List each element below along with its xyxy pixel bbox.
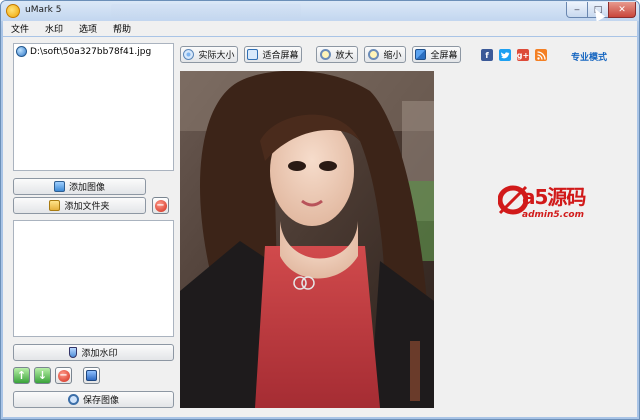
google-plus-letters: g+ bbox=[516, 50, 530, 60]
preview-photo bbox=[180, 71, 434, 408]
a5-logo: a5源码 admin5.com bbox=[498, 179, 598, 229]
add-image-button[interactable]: 添加图像 bbox=[13, 178, 146, 195]
save-watermark-button[interactable] bbox=[83, 367, 100, 384]
zoom-out-button[interactable]: 缩小 bbox=[364, 46, 406, 63]
move-up-button[interactable]: ↑ bbox=[13, 367, 30, 384]
main-client-area: D:\soft\50a327bb78f41.jpg 添加图像 添加文件夹 − 添… bbox=[3, 37, 637, 417]
zoom-out-label: 缩小 bbox=[383, 51, 402, 61]
image-preview[interactable] bbox=[180, 71, 434, 408]
facebook-letter: f bbox=[485, 50, 489, 60]
arrow-up-icon: ↑ bbox=[16, 369, 27, 382]
fit-screen-label: 适合屏幕 bbox=[262, 51, 299, 61]
fit-screen-icon bbox=[247, 49, 259, 60]
image-file-list[interactable]: D:\soft\50a327bb78f41.jpg bbox=[13, 43, 174, 171]
minimize-icon: ‒ bbox=[574, 4, 580, 15]
actual-size-icon bbox=[183, 49, 195, 60]
actual-size-button[interactable]: 实际大小 bbox=[180, 46, 238, 63]
zoom-out-icon bbox=[368, 49, 380, 60]
remove-watermark-button[interactable]: − bbox=[55, 367, 72, 384]
twitter-bird-shape bbox=[501, 51, 510, 58]
app-logo-icon bbox=[6, 4, 20, 18]
zoom-in-icon bbox=[320, 49, 332, 60]
minimize-button[interactable]: ‒ bbox=[566, 2, 588, 18]
add-folder-button[interactable]: 添加文件夹 bbox=[13, 197, 146, 214]
pro-mode-link[interactable]: 专业模式 bbox=[571, 50, 607, 63]
fullscreen-button[interactable]: 全屏幕 bbox=[412, 46, 461, 63]
logo-main-text: a5源码 bbox=[522, 185, 586, 209]
add-watermark-label: 添加水印 bbox=[81, 349, 118, 359]
save-globe-icon bbox=[67, 394, 79, 405]
list-item[interactable]: D:\soft\50a327bb78f41.jpg bbox=[16, 46, 151, 57]
add-image-label: 添加图像 bbox=[68, 183, 105, 193]
rss-waves-shape bbox=[536, 50, 546, 60]
zoom-in-label: 放大 bbox=[335, 51, 354, 61]
facebook-icon[interactable]: f bbox=[481, 49, 493, 61]
remove-icon: − bbox=[57, 369, 70, 382]
menu-watermark[interactable]: 水印 bbox=[37, 22, 71, 35]
save-image-label: 保存图像 bbox=[82, 396, 119, 406]
fullscreen-label: 全屏幕 bbox=[430, 51, 458, 61]
window-title: uMark 5 bbox=[25, 5, 62, 15]
add-folder-label: 添加文件夹 bbox=[64, 202, 110, 212]
menu-bar: 文件 水印 选项 帮助 bbox=[3, 21, 637, 36]
rss-icon[interactable] bbox=[535, 49, 547, 61]
image-icon bbox=[53, 181, 65, 192]
close-button[interactable]: ✕ bbox=[608, 2, 636, 18]
google-plus-icon[interactable]: g+ bbox=[517, 49, 529, 61]
add-watermark-button[interactable]: 添加水印 bbox=[13, 344, 174, 361]
fit-screen-button[interactable]: 适合屏幕 bbox=[244, 46, 302, 63]
menu-help[interactable]: 帮助 bbox=[105, 22, 139, 35]
logo-domain-text: admin5.com bbox=[522, 210, 584, 220]
close-icon: ✕ bbox=[618, 4, 626, 15]
background-taskbar-blur bbox=[111, 4, 301, 18]
file-path: D:\soft\50a327bb78f41.jpg bbox=[30, 46, 152, 57]
menu-file[interactable]: 文件 bbox=[3, 22, 37, 35]
menu-options[interactable]: 选项 bbox=[71, 22, 105, 35]
remove-icon: − bbox=[154, 199, 167, 212]
folder-icon bbox=[49, 200, 61, 211]
twitter-icon[interactable] bbox=[499, 49, 511, 61]
image-file-icon bbox=[16, 46, 27, 57]
app-window: uMark 5 ‒ □ ✕ 文件 水印 选项 帮助 D:\soft\50a327… bbox=[0, 0, 640, 420]
actual-size-label: 实际大小 bbox=[198, 51, 235, 61]
save-image-button[interactable]: 保存图像 bbox=[13, 391, 174, 408]
watermark-icon bbox=[69, 347, 78, 358]
fullscreen-icon bbox=[415, 49, 427, 60]
floppy-disk-icon bbox=[86, 370, 97, 381]
move-down-button[interactable]: ↓ bbox=[34, 367, 51, 384]
zoom-in-button[interactable]: 放大 bbox=[316, 46, 358, 63]
remove-image-button[interactable]: − bbox=[152, 197, 169, 214]
arrow-down-icon: ↓ bbox=[37, 369, 48, 382]
watermark-list[interactable] bbox=[13, 220, 174, 337]
title-bar[interactable]: uMark 5 ‒ □ ✕ bbox=[1, 1, 639, 22]
